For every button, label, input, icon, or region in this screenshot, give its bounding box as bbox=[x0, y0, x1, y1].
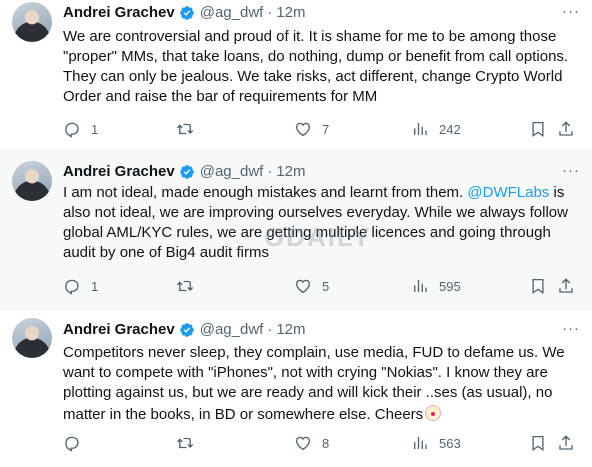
tweet-text-part: Competitors never sleep, they complain, … bbox=[63, 344, 565, 423]
heart-icon bbox=[295, 279, 311, 294]
avatar[interactable] bbox=[12, 2, 52, 42]
share-button[interactable] bbox=[557, 434, 585, 452]
separator-dot: · bbox=[267, 4, 273, 21]
more-icon[interactable]: ··· bbox=[562, 320, 580, 337]
heart-icon bbox=[295, 436, 311, 451]
retweet-button[interactable] bbox=[176, 277, 204, 295]
retweet-button[interactable] bbox=[176, 434, 204, 452]
author-name[interactable]: Andrei Grachev bbox=[63, 4, 175, 21]
author-handle[interactable]: @ag_dwf bbox=[200, 321, 264, 338]
retweet-button[interactable] bbox=[176, 120, 204, 138]
bookmark-icon bbox=[532, 435, 544, 452]
views-button[interactable]: 242 bbox=[411, 120, 461, 138]
reply-button[interactable]: 1 bbox=[63, 277, 98, 295]
tweet-2[interactable]: Andrei Grachev @ag_dwf · 12m ··· I am no… bbox=[0, 150, 592, 309]
verified-badge-icon bbox=[179, 322, 194, 337]
separator-dot: · bbox=[267, 163, 273, 180]
reply-icon bbox=[65, 279, 79, 295]
verified-badge-icon bbox=[179, 5, 194, 20]
share-icon bbox=[559, 121, 573, 136]
tweet-actions: 8 563 bbox=[63, 434, 581, 454]
reply-button[interactable]: 1 bbox=[63, 120, 98, 138]
avatar[interactable] bbox=[12, 161, 52, 201]
tweet-3[interactable]: Andrei Grachev @ag_dwf · 12m ··· Competi… bbox=[0, 310, 592, 467]
reply-icon bbox=[65, 122, 79, 138]
timestamp[interactable]: 12m bbox=[276, 163, 305, 180]
tweet-text: I am not ideal, made enough mistakes and… bbox=[63, 183, 581, 263]
view-count: 242 bbox=[439, 121, 461, 137]
heart-icon bbox=[295, 122, 311, 137]
share-icon bbox=[559, 435, 573, 450]
like-count: 7 bbox=[322, 121, 330, 137]
bookmark-button[interactable] bbox=[529, 434, 557, 452]
views-icon bbox=[414, 280, 427, 292]
reply-count: 1 bbox=[91, 121, 99, 137]
mention-link[interactable]: @DWFLabs bbox=[467, 184, 549, 201]
reply-count: 1 bbox=[91, 278, 99, 294]
like-button[interactable]: 5 bbox=[294, 277, 329, 295]
tweet-1[interactable]: Andrei Grachev @ag_dwf · 12m ··· We are … bbox=[0, 0, 592, 149]
separator-dot: · bbox=[267, 321, 273, 338]
share-button[interactable] bbox=[557, 277, 585, 295]
reply-icon bbox=[65, 436, 79, 452]
tweet-actions: 1 7 242 bbox=[63, 120, 581, 140]
like-count: 5 bbox=[322, 278, 330, 294]
view-count: 595 bbox=[439, 278, 461, 294]
like-count: 8 bbox=[322, 435, 330, 451]
bookmark-icon bbox=[532, 278, 544, 295]
share-button[interactable] bbox=[557, 120, 585, 138]
tweet-text: Competitors never sleep, they complain, … bbox=[63, 343, 581, 425]
retweet-icon bbox=[176, 123, 194, 135]
tweet-actions: 1 5 595 bbox=[63, 277, 581, 297]
views-icon bbox=[414, 123, 427, 135]
bookmark-button[interactable] bbox=[529, 277, 557, 295]
view-count: 563 bbox=[439, 435, 461, 451]
tweet-text-part: I am not ideal, made enough mistakes and… bbox=[63, 184, 468, 201]
avatar[interactable] bbox=[12, 318, 52, 358]
author-handle[interactable]: @ag_dwf bbox=[200, 4, 264, 21]
bookmark-icon bbox=[532, 121, 544, 138]
verified-badge-icon bbox=[179, 164, 194, 179]
retweet-icon bbox=[176, 437, 194, 449]
views-icon bbox=[414, 437, 427, 449]
bookmark-button[interactable] bbox=[529, 120, 557, 138]
like-button[interactable]: 8 bbox=[294, 434, 329, 452]
author-name[interactable]: Andrei Grachev bbox=[63, 321, 175, 338]
reply-button[interactable] bbox=[63, 434, 91, 452]
tweet-text: We are controversial and proud of it. It… bbox=[63, 28, 569, 105]
more-icon[interactable]: ··· bbox=[562, 3, 580, 20]
author-handle[interactable]: @ag_dwf bbox=[200, 163, 264, 180]
more-icon[interactable]: ··· bbox=[562, 162, 580, 179]
clown-face-emoji bbox=[425, 405, 442, 421]
retweet-icon bbox=[176, 280, 194, 292]
like-button[interactable]: 7 bbox=[294, 120, 329, 138]
timestamp[interactable]: 12m bbox=[276, 4, 305, 21]
author-name[interactable]: Andrei Grachev bbox=[63, 163, 175, 180]
views-button[interactable]: 563 bbox=[411, 434, 461, 452]
share-icon bbox=[559, 278, 573, 293]
timestamp[interactable]: 12m bbox=[276, 321, 305, 338]
views-button[interactable]: 595 bbox=[411, 277, 461, 295]
